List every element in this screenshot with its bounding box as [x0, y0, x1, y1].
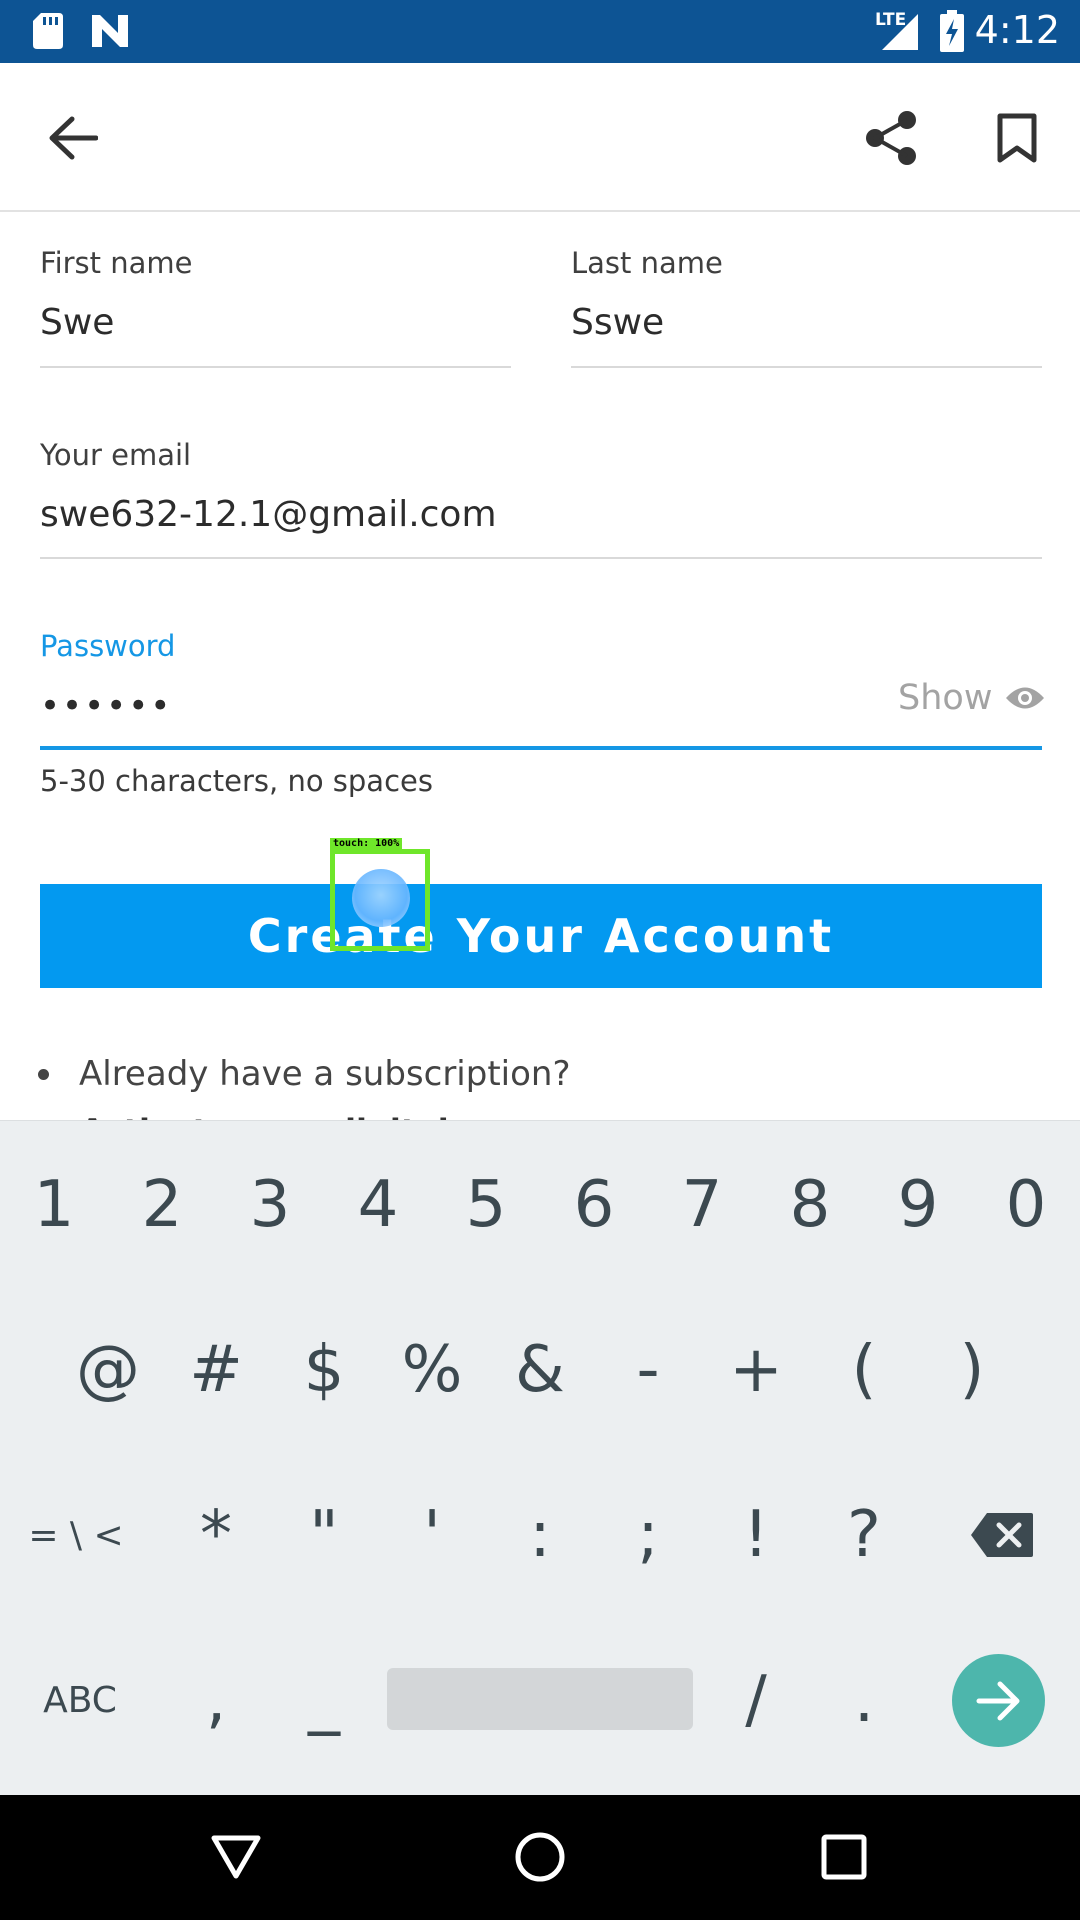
first-name-field[interactable]: Swe — [40, 302, 510, 343]
bullet-dot — [38, 1068, 49, 1080]
key-semicolon[interactable]: ; — [608, 1495, 688, 1575]
nav-home-button[interactable] — [508, 1825, 572, 1889]
key-9[interactable]: 9 — [884, 1165, 952, 1245]
key-colon[interactable]: : — [500, 1495, 580, 1575]
last-name-label: Last name — [571, 246, 723, 280]
key-percent[interactable]: % — [392, 1330, 472, 1410]
bookmark-icon — [997, 113, 1037, 163]
email-field[interactable]: swe632-12.1@gmail.com — [40, 494, 1040, 535]
key-comma[interactable]: , — [176, 1660, 256, 1740]
key-question[interactable]: ? — [824, 1495, 904, 1575]
key-3[interactable]: 3 — [236, 1165, 304, 1245]
activate-access-link[interactable]: Activate your digital access — [80, 1112, 579, 1120]
key-ampersand[interactable]: & — [500, 1330, 580, 1410]
key-close-paren[interactable]: ) — [932, 1330, 1012, 1410]
key-exclamation[interactable]: ! — [716, 1495, 796, 1575]
n-app-icon — [90, 13, 130, 53]
key-hash[interactable]: # — [176, 1330, 256, 1410]
home-circle-icon — [515, 1832, 565, 1882]
sd-card-icon — [33, 13, 63, 53]
key-plus[interactable]: + — [716, 1330, 796, 1410]
subscription-text: Already have a subscription? — [79, 1054, 571, 1094]
last-name-field[interactable]: Sswe — [571, 302, 1041, 343]
show-password-label: Show — [898, 678, 993, 718]
key-at[interactable]: @ — [68, 1330, 148, 1410]
key-asterisk[interactable]: * — [176, 1495, 256, 1575]
key-period[interactable]: . — [824, 1660, 904, 1740]
first-name-label: First name — [40, 246, 193, 280]
key-more-symbols[interactable]: = \ < — [18, 1495, 134, 1575]
arrow-right-icon — [976, 1681, 1019, 1720]
create-account-button[interactable]: Create Your Account — [40, 884, 1042, 988]
subscription-item: Already have a subscription? — [38, 1054, 571, 1094]
share-button[interactable] — [856, 103, 926, 173]
bookmark-button[interactable] — [982, 103, 1052, 173]
abc-key[interactable]: ABC — [25, 1660, 135, 1740]
key-double-quote[interactable]: " — [284, 1495, 364, 1575]
nav-recents-button[interactable] — [812, 1825, 876, 1889]
navigation-bar — [0, 1795, 1080, 1920]
eye-icon — [1006, 687, 1045, 709]
backspace-key[interactable] — [966, 1507, 1038, 1563]
back-button[interactable] — [38, 103, 108, 173]
password-label: Password — [40, 629, 176, 663]
key-7[interactable]: 7 — [668, 1165, 736, 1245]
email-underline — [40, 557, 1042, 559]
key-underscore[interactable]: _ — [284, 1660, 364, 1740]
backspace-icon — [971, 1513, 1033, 1557]
key-4[interactable]: 4 — [344, 1165, 412, 1245]
key-slash[interactable]: / — [716, 1660, 796, 1740]
key-minus[interactable]: - — [608, 1330, 688, 1410]
clock: 4:12 — [974, 8, 1060, 52]
key-single-quote[interactable]: ' — [392, 1495, 472, 1575]
recents-square-icon — [821, 1834, 867, 1880]
password-helper-text: 5-30 characters, no spaces — [40, 764, 433, 798]
status-bar: LTE 4:12 — [0, 0, 1080, 63]
key-8[interactable]: 8 — [776, 1165, 844, 1245]
password-underline — [40, 746, 1042, 750]
key-5[interactable]: 5 — [452, 1165, 520, 1245]
signal-icon — [880, 12, 920, 56]
key-dollar[interactable]: $ — [284, 1330, 364, 1410]
email-label: Your email — [40, 438, 192, 472]
go-key[interactable] — [952, 1654, 1045, 1747]
show-password-toggle[interactable]: Show — [898, 678, 1046, 718]
nav-back-button[interactable] — [204, 1825, 268, 1889]
share-icon — [866, 111, 916, 165]
key-1[interactable]: 1 — [20, 1165, 88, 1245]
key-2[interactable]: 2 — [128, 1165, 196, 1245]
back-triangle-icon — [211, 1835, 261, 1879]
space-key[interactable] — [387, 1668, 693, 1730]
password-field[interactable]: •••••• — [40, 686, 172, 726]
key-open-paren[interactable]: ( — [824, 1330, 904, 1410]
touch-indicator-box — [330, 849, 430, 951]
battery-charging-icon — [940, 10, 964, 56]
first-name-underline — [40, 366, 511, 368]
last-name-underline — [571, 366, 1042, 368]
key-6[interactable]: 6 — [560, 1165, 628, 1245]
key-0[interactable]: 0 — [992, 1165, 1060, 1245]
back-arrow-icon — [49, 116, 98, 160]
app-bar — [0, 63, 1080, 212]
